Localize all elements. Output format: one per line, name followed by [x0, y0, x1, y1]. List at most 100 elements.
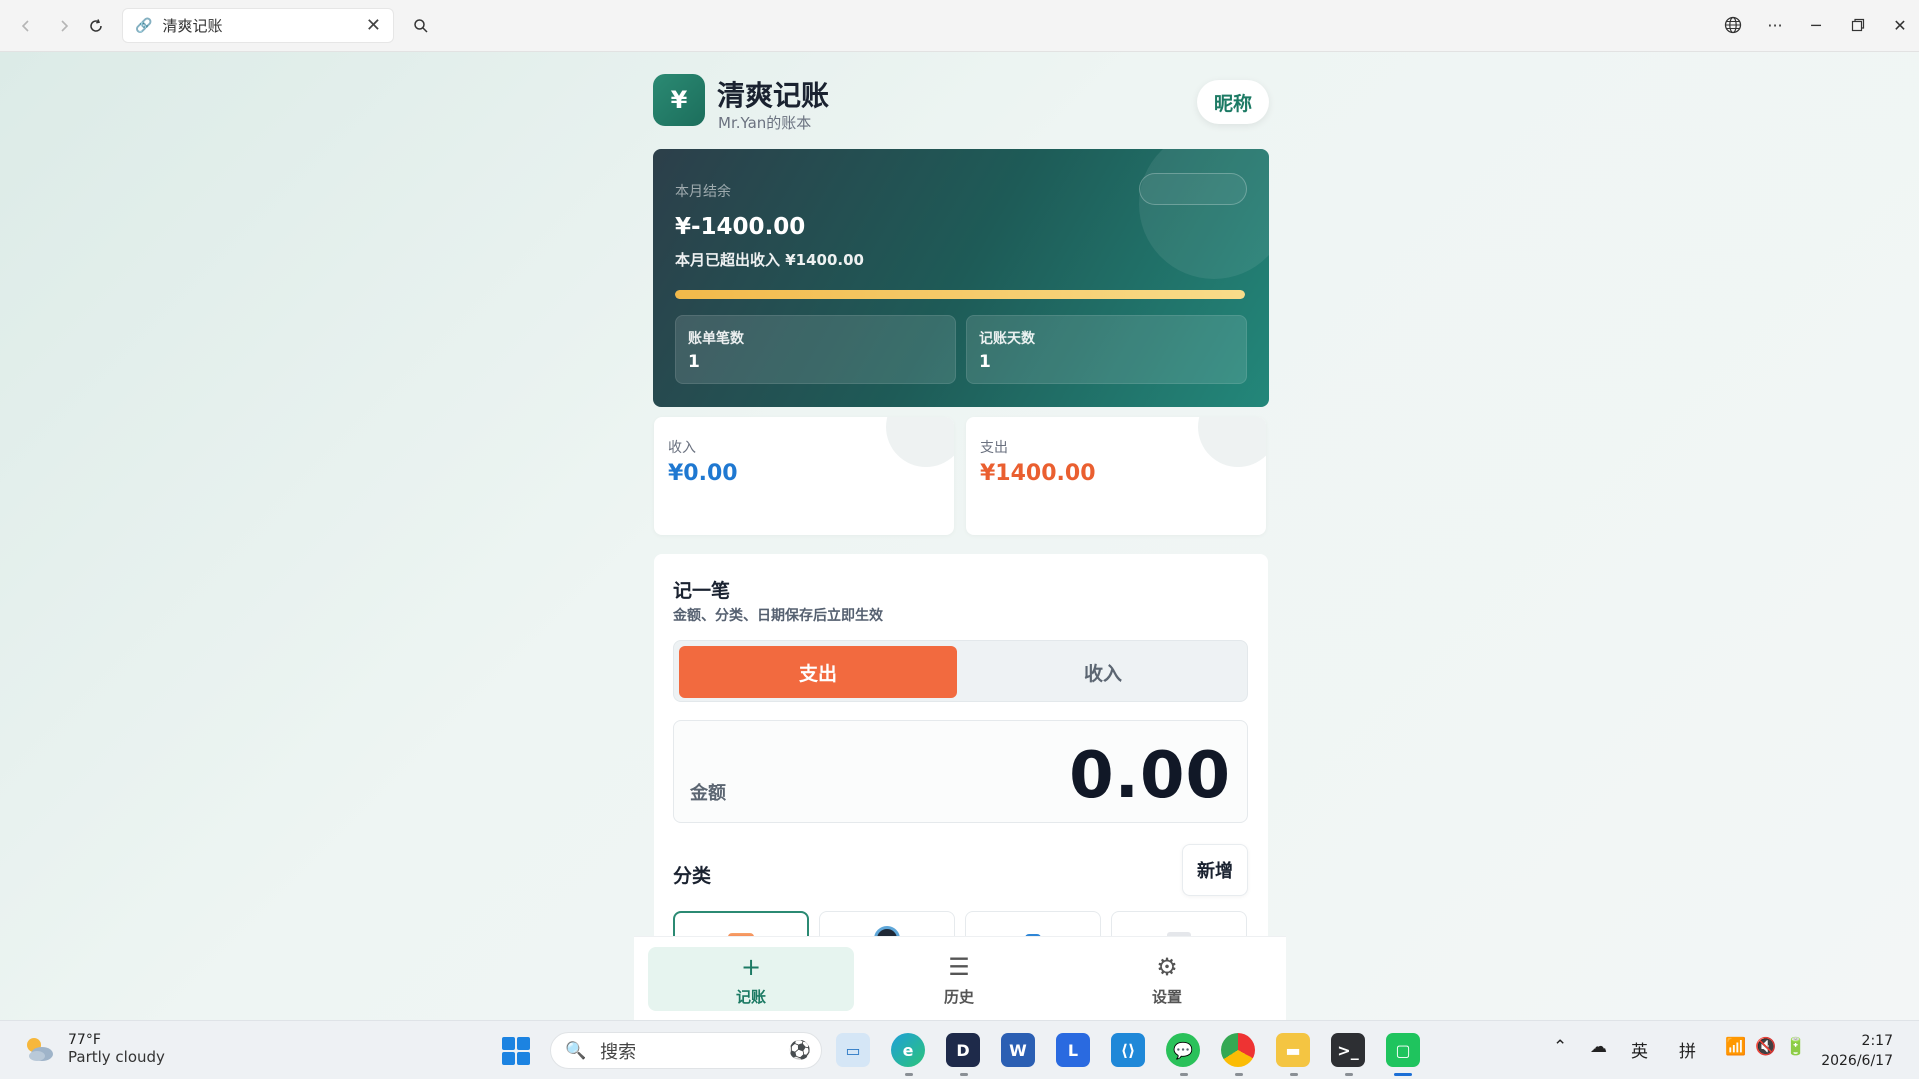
refresh-icon	[90, 19, 102, 32]
windows-taskbar: 77°F Partly cloudy 🔍 搜索 ⚽ ▭ e D W L ⟨⟩ 💬…	[0, 1020, 1919, 1079]
running-indicator	[1235, 1073, 1243, 1076]
expense-card: 支出 ¥1400.00	[966, 417, 1266, 535]
form-title: 记一笔	[673, 580, 731, 602]
amount-input[interactable]: 金额 0.00	[673, 720, 1248, 823]
nav-history[interactable]: ☰ 历史	[856, 947, 1062, 1011]
expense-value: ¥1400.00	[980, 461, 1096, 486]
vscode-icon[interactable]: ⟨⟩	[1111, 1033, 1145, 1067]
running-indicator	[905, 1073, 913, 1076]
nav-label: 历史	[943, 987, 974, 1006]
windows-start-icon[interactable]	[502, 1037, 530, 1065]
search-highlight-icon: ⚽	[788, 1040, 811, 1061]
nav-record[interactable]: + 记账	[648, 947, 854, 1011]
tab-title: 清爽记账	[162, 17, 223, 35]
app-whiteboard-icon[interactable]: ▭	[836, 1033, 870, 1067]
app-header: ¥ 清爽记账 Mr.Yan的账本 昵称	[653, 74, 1269, 134]
clock-date: 2026/6/17	[1821, 1053, 1893, 1069]
browser-toolbar: 🔗 清爽记账 ✕ ··· ─ ✕	[0, 0, 1919, 52]
form-subtitle: 金额、分类、日期保存后立即生效	[673, 608, 883, 624]
running-indicator	[1290, 1073, 1298, 1076]
category-title: 分类	[673, 865, 712, 887]
address-bar[interactable]: 🔗 清爽记账 ✕	[122, 8, 394, 43]
chevron-up-icon[interactable]: ⌃	[1553, 1037, 1567, 1057]
globe-icon[interactable]	[1718, 10, 1748, 40]
gear-icon: ⚙	[1156, 952, 1178, 981]
amount-value: 0.00	[1069, 739, 1231, 813]
minimize-icon[interactable]: ─	[1801, 10, 1831, 40]
amount-label: 金额	[690, 783, 726, 804]
expense-tab[interactable]: 支出	[679, 646, 957, 698]
app-container: ¥ 清爽记账 Mr.Yan的账本 昵称 本月结余 ¥-1400.00 本月已超出…	[634, 52, 1286, 1020]
balance-note: 本月已超出收入 ¥1400.00	[675, 251, 864, 269]
stat-record-days: 记账天数 1	[966, 315, 1247, 384]
search-button[interactable]	[406, 12, 436, 40]
decorative-circle	[886, 417, 954, 467]
search-icon: 🔍	[565, 1040, 587, 1061]
partly-cloudy-icon	[22, 1032, 56, 1066]
expense-label: 支出	[980, 440, 1008, 456]
clock-time: 2:17	[1861, 1033, 1893, 1049]
link-icon: 🔗	[135, 17, 153, 34]
running-indicator	[1180, 1073, 1188, 1076]
close-icon[interactable]: ✕	[366, 15, 381, 36]
dida-app-icon[interactable]: D	[946, 1033, 980, 1067]
ime-language[interactable]: 英	[1631, 1037, 1648, 1062]
word-icon[interactable]: W	[1001, 1033, 1035, 1067]
onedrive-icon[interactable]: ☁	[1590, 1037, 1607, 1057]
stat-bill-count: 账单笔数 1	[675, 315, 956, 384]
stat-value: 1	[688, 352, 700, 372]
chevron-left-icon	[21, 20, 29, 32]
system-clock[interactable]: 2:17 2026/6/17	[1821, 1031, 1893, 1071]
battery-icon[interactable]: 🔋	[1785, 1037, 1806, 1057]
app-title: 清爽记账	[717, 79, 830, 112]
income-card: 收入 ¥0.00	[654, 417, 954, 535]
chat-app-icon[interactable]: ▢	[1386, 1033, 1420, 1067]
back-button[interactable]	[12, 12, 40, 40]
chrome-icon[interactable]	[1221, 1033, 1255, 1067]
volume-muted-icon[interactable]: 🔇	[1755, 1037, 1776, 1057]
plus-icon: +	[740, 952, 762, 981]
stat-label: 记账天数	[979, 331, 1035, 347]
income-tab[interactable]: 收入	[964, 646, 1242, 698]
wechat-icon[interactable]: 💬	[1166, 1033, 1200, 1067]
restore-icon[interactable]	[1843, 10, 1873, 40]
temperature: 77°F	[68, 1032, 101, 1048]
balance-amount: ¥-1400.00	[675, 214, 806, 240]
app-subtitle: Mr.Yan的账本	[718, 114, 812, 132]
balance-pill-button[interactable]	[1139, 173, 1247, 205]
type-segmented-control: 支出 收入	[673, 640, 1248, 702]
chevron-right-icon	[61, 20, 69, 32]
more-options-icon[interactable]: ···	[1760, 10, 1790, 40]
balance-label: 本月结余	[675, 184, 731, 200]
weather-widget[interactable]: 77°F Partly cloudy	[22, 1032, 165, 1066]
lark-app-icon[interactable]: L	[1056, 1033, 1090, 1067]
taskbar-search[interactable]: 🔍 搜索 ⚽	[550, 1032, 822, 1069]
edge-browser-icon[interactable]: e	[891, 1033, 925, 1067]
search-icon	[414, 19, 428, 33]
file-explorer-icon[interactable]: ▬	[1276, 1033, 1310, 1067]
nav-label: 设置	[1151, 987, 1182, 1006]
window-close-icon[interactable]: ✕	[1885, 10, 1915, 40]
running-indicator	[960, 1073, 968, 1076]
nickname-button[interactable]: 昵称	[1197, 80, 1269, 124]
refresh-button[interactable]	[82, 12, 110, 40]
nav-label: 记账	[735, 987, 766, 1006]
decorative-circle	[1198, 417, 1266, 467]
forward-button[interactable]	[50, 12, 78, 40]
stat-value: 1	[979, 352, 991, 372]
bottom-navigation: + 记账 ☰ 历史 ⚙ 设置	[634, 936, 1286, 1020]
taskbar-search-placeholder: 搜索	[600, 1041, 637, 1063]
list-icon: ☰	[948, 952, 970, 981]
income-label: 收入	[668, 440, 696, 456]
wifi-icon[interactable]: 📶	[1725, 1037, 1746, 1057]
active-indicator	[1394, 1073, 1412, 1076]
yen-logo-icon: ¥	[653, 74, 705, 126]
terminal-icon[interactable]: >_	[1331, 1033, 1365, 1067]
nav-settings[interactable]: ⚙ 设置	[1064, 947, 1270, 1011]
add-category-button[interactable]: 新增	[1182, 844, 1248, 896]
income-value: ¥0.00	[668, 461, 738, 486]
ime-mode[interactable]: 拼	[1679, 1037, 1696, 1062]
balance-card: 本月结余 ¥-1400.00 本月已超出收入 ¥1400.00 账单笔数 1 记…	[653, 149, 1269, 407]
budget-progress-fill	[675, 290, 1245, 299]
decorative-circle	[1139, 149, 1269, 279]
